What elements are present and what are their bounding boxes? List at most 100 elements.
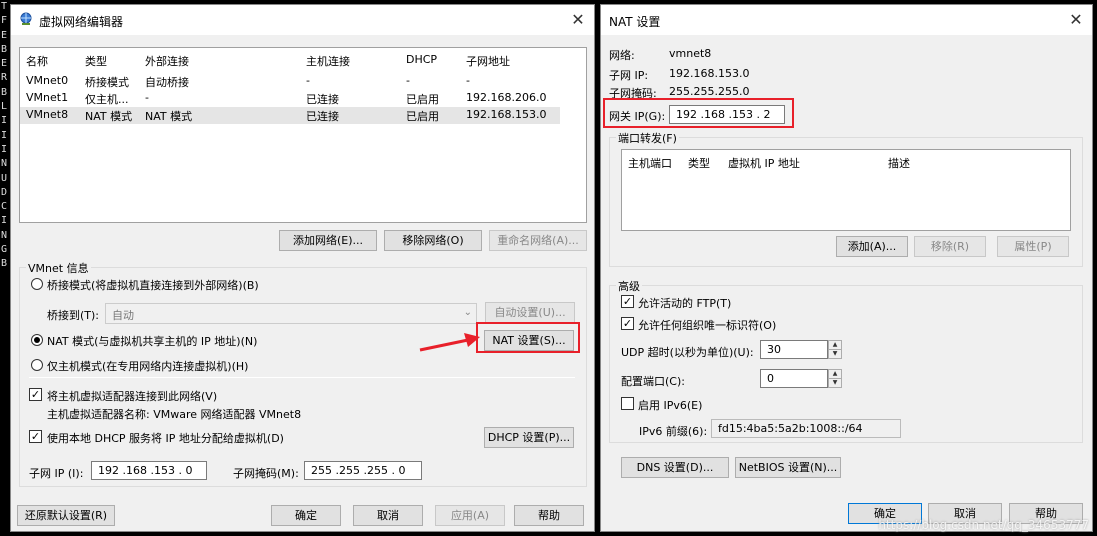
close-icon[interactable]: ✕ bbox=[568, 10, 588, 30]
advanced-label: 高级 bbox=[616, 278, 642, 294]
dhcp-label[interactable]: 使用本地 DHCP 服务将 IP 地址分配给虚拟机(D) bbox=[47, 430, 284, 446]
bridge-to-label: 桥接到(T): bbox=[47, 309, 100, 322]
config-port-stepper[interactable]: ▲ ▼ bbox=[828, 369, 842, 388]
watermark: https://blog.csdn.net/qq_34653777 bbox=[878, 518, 1089, 532]
terminal-char: I bbox=[1, 115, 8, 127]
apply-button[interactable]: 应用(A) bbox=[435, 505, 505, 526]
add-network-button[interactable]: 添加网络(E)... bbox=[279, 230, 377, 251]
terminal-char: L bbox=[1, 101, 8, 113]
add-port-button[interactable]: 添加(A)... bbox=[836, 236, 908, 257]
window-client: 名称 类型 外部连接 主机连接 DHCP 子网地址 VMnet0 桥接模式 自动… bbox=[11, 35, 594, 531]
subnet-ip-label: 子网 IP: bbox=[609, 69, 649, 82]
nat-settings-highlight bbox=[476, 322, 580, 353]
cell-external: NAT 模式 bbox=[145, 110, 193, 123]
cell-external: 自动桥接 bbox=[145, 76, 189, 89]
vmnet-info-label: VMnet 信息 bbox=[26, 260, 91, 276]
nat-mode-label[interactable]: NAT 模式(与虚拟机共享主机的 IP 地址)(N) bbox=[47, 333, 257, 349]
col-header-dhcp[interactable]: DHCP bbox=[406, 53, 437, 66]
udp-timeout-label: UDP 超时(以秒为单位)(U): bbox=[621, 346, 754, 359]
col-header-external[interactable]: 外部连接 bbox=[145, 53, 189, 69]
port-properties-button[interactable]: 属性(P) bbox=[997, 236, 1069, 257]
network-value: vmnet8 bbox=[669, 47, 712, 60]
terminal-char: D bbox=[1, 186, 8, 198]
terminal-char: T bbox=[1, 1, 8, 12]
adapter-name-text: 主机虚拟适配器名称: VMware 网络适配器 VMnet8 bbox=[47, 408, 302, 421]
spin-down-icon[interactable]: ▼ bbox=[829, 379, 841, 387]
bridge-mode-radio[interactable] bbox=[31, 278, 43, 290]
rename-network-button[interactable]: 重命名网络(A)... bbox=[489, 230, 587, 251]
terminal-char: E bbox=[1, 58, 8, 70]
remove-port-button[interactable]: 移除(R) bbox=[914, 236, 986, 257]
connect-adapter-label[interactable]: 将主机虚拟适配器连接到此网络(V) bbox=[47, 388, 217, 404]
window-title: 虚拟网络编辑器 bbox=[39, 15, 124, 29]
title-bar[interactable]: NAT 设置 ✕ bbox=[601, 5, 1092, 35]
dhcp-settings-button[interactable]: DHCP 设置(P)... bbox=[484, 427, 574, 448]
help-button[interactable]: 帮助 bbox=[514, 505, 584, 526]
dhcp-checkbox[interactable]: ✓ bbox=[29, 430, 42, 443]
table-row[interactable]: VMnet0 桥接模式 自动桥接 - - - bbox=[20, 73, 560, 90]
connect-adapter-checkbox[interactable]: ✓ bbox=[29, 388, 42, 401]
col-header-vm-ip[interactable]: 虚拟机 IP 地址 bbox=[728, 155, 800, 171]
terminal-char: U bbox=[1, 172, 8, 184]
title-bar[interactable]: 虚拟网络编辑器 ✕ bbox=[11, 5, 594, 35]
bridge-to-select[interactable]: 自动 ⌄ bbox=[105, 303, 477, 324]
cell-type: 仅主机... bbox=[85, 93, 129, 106]
terminal-char: E bbox=[1, 29, 8, 41]
cell-dhcp: 已启用 bbox=[406, 93, 439, 106]
ipv6-prefix-input[interactable]: fd15:4ba5:5a2b:1008::/64 bbox=[711, 419, 901, 438]
table-row-selected[interactable]: VMnet8 NAT 模式 NAT 模式 已连接 已启用 192.168.153… bbox=[20, 107, 560, 124]
cancel-button[interactable]: 取消 bbox=[353, 505, 423, 526]
subnet-mask-label: 子网掩码(M): bbox=[233, 467, 299, 480]
col-header-host-port[interactable]: 主机端口 bbox=[628, 155, 672, 171]
bridge-mode-label[interactable]: 桥接模式(将虚拟机直接连接到外部网络)(B) bbox=[47, 277, 259, 293]
ipv6-checkbox[interactable] bbox=[621, 397, 634, 410]
spin-up-icon[interactable]: ▲ bbox=[829, 370, 841, 379]
background-terminal-strip: TFEBERBLIIINUDCINGB bbox=[0, 0, 10, 536]
udp-timeout-input[interactable]: 30 bbox=[760, 340, 828, 359]
subnet-mask-input[interactable]: 255 .255 .255 . 0 bbox=[304, 461, 422, 480]
active-ftp-label[interactable]: 允许活动的 FTP(T) bbox=[638, 295, 731, 311]
active-ftp-checkbox[interactable]: ✓ bbox=[621, 295, 634, 308]
table-row[interactable]: VMnet1 仅主机... - 已连接 已启用 192.168.206.0 bbox=[20, 90, 560, 107]
nat-settings-window: NAT 设置 ✕ 网络: vmnet8 子网 IP: 192.168.153.0… bbox=[600, 4, 1093, 532]
col-header-desc[interactable]: 描述 bbox=[888, 155, 910, 171]
col-header-type[interactable]: 类型 bbox=[688, 155, 710, 171]
terminal-char: I bbox=[1, 215, 8, 227]
remove-network-button[interactable]: 移除网络(O) bbox=[384, 230, 482, 251]
dns-settings-button[interactable]: DNS 设置(D)... bbox=[621, 457, 729, 478]
udp-timeout-stepper[interactable]: ▲ ▼ bbox=[828, 340, 842, 359]
red-arrow-annotation bbox=[419, 333, 480, 352]
terminal-char: I bbox=[1, 143, 8, 155]
config-port-label: 配置端口(C): bbox=[621, 375, 685, 388]
host-only-label[interactable]: 仅主机模式(在专用网络内连接虚拟机)(H) bbox=[47, 358, 248, 374]
spin-up-icon[interactable]: ▲ bbox=[829, 341, 841, 350]
any-uid-label[interactable]: 允许任何组织唯一标识符(O) bbox=[638, 317, 776, 333]
config-port-input[interactable]: 0 bbox=[760, 369, 828, 388]
bridge-to-value: 自动 bbox=[112, 309, 134, 322]
chevron-down-icon: ⌄ bbox=[463, 307, 472, 318]
col-header-host[interactable]: 主机连接 bbox=[306, 53, 350, 69]
subnet-ip-input[interactable]: 192 .168 .153 . 0 bbox=[91, 461, 207, 480]
col-header-subnet[interactable]: 子网地址 bbox=[466, 53, 510, 69]
cell-subnet: 192.168.206.0 bbox=[466, 91, 547, 104]
nat-mode-radio[interactable] bbox=[31, 334, 43, 346]
network-list[interactable]: 名称 类型 外部连接 主机连接 DHCP 子网地址 VMnet0 桥接模式 自动… bbox=[19, 47, 587, 223]
netbios-settings-button[interactable]: NetBIOS 设置(N)... bbox=[735, 457, 841, 478]
col-header-type[interactable]: 类型 bbox=[85, 53, 107, 69]
terminal-char: B bbox=[1, 86, 8, 98]
ok-button[interactable]: 确定 bbox=[271, 505, 341, 526]
auto-settings-button[interactable]: 自动设置(U)... bbox=[485, 302, 575, 323]
port-forward-list[interactable]: 主机端口 类型 虚拟机 IP 地址 描述 bbox=[621, 149, 1071, 231]
ipv6-label[interactable]: 启用 IPv6(E) bbox=[638, 397, 702, 413]
close-icon[interactable]: ✕ bbox=[1066, 10, 1086, 30]
any-uid-checkbox[interactable]: ✓ bbox=[621, 317, 634, 330]
cell-type: NAT 模式 bbox=[85, 110, 133, 123]
col-header-name[interactable]: 名称 bbox=[26, 53, 48, 69]
terminal-char: F bbox=[1, 15, 8, 27]
spin-down-icon[interactable]: ▼ bbox=[829, 350, 841, 358]
restore-defaults-button[interactable]: 还原默认设置(R) bbox=[17, 505, 115, 526]
host-only-radio[interactable] bbox=[31, 359, 43, 371]
terminal-char: N bbox=[1, 158, 8, 170]
cell-name: VMnet8 bbox=[26, 108, 69, 121]
window-title: NAT 设置 bbox=[609, 15, 661, 29]
